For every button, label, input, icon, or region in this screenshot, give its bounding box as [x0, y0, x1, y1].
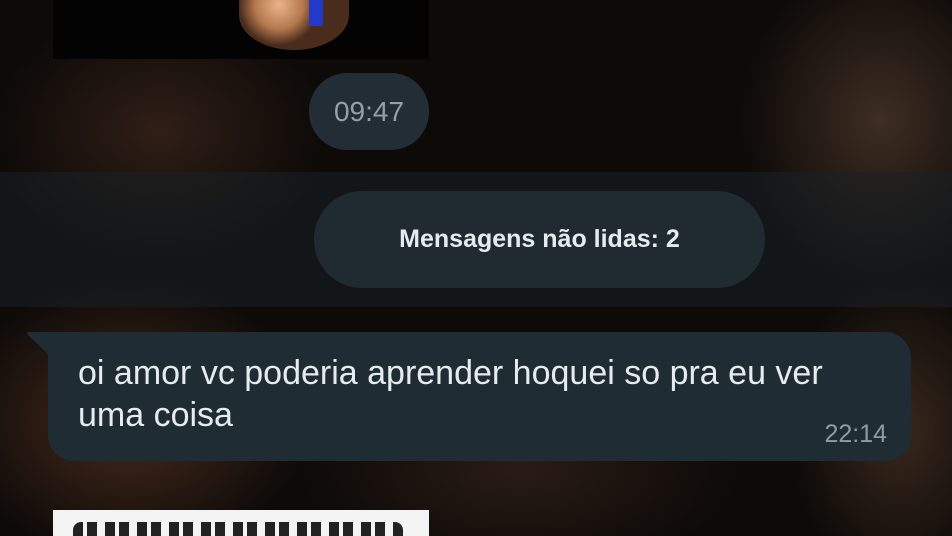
unread-banner-label: Mensagens não lidas: 2 — [399, 225, 680, 253]
previous-message-time: 09:47 — [309, 73, 429, 150]
image-message-thumbnail-next[interactable] — [53, 510, 429, 536]
incoming-message-bubble[interactable]: oi amor vc poderia aprender hoquei so pr… — [48, 332, 911, 461]
previous-time-label: 09:47 — [333, 95, 405, 127]
unread-messages-banner: Mensagens não lidas: 2 — [314, 191, 765, 288]
image-message-thumbnail[interactable] — [53, 0, 429, 59]
message-text: oi amor vc poderia aprender hoquei so pr… — [78, 354, 823, 434]
image-content — [239, 0, 349, 50]
image-content-next — [73, 522, 403, 536]
message-time: 22:14 — [824, 420, 887, 448]
bubble-tail-icon — [27, 332, 50, 356]
